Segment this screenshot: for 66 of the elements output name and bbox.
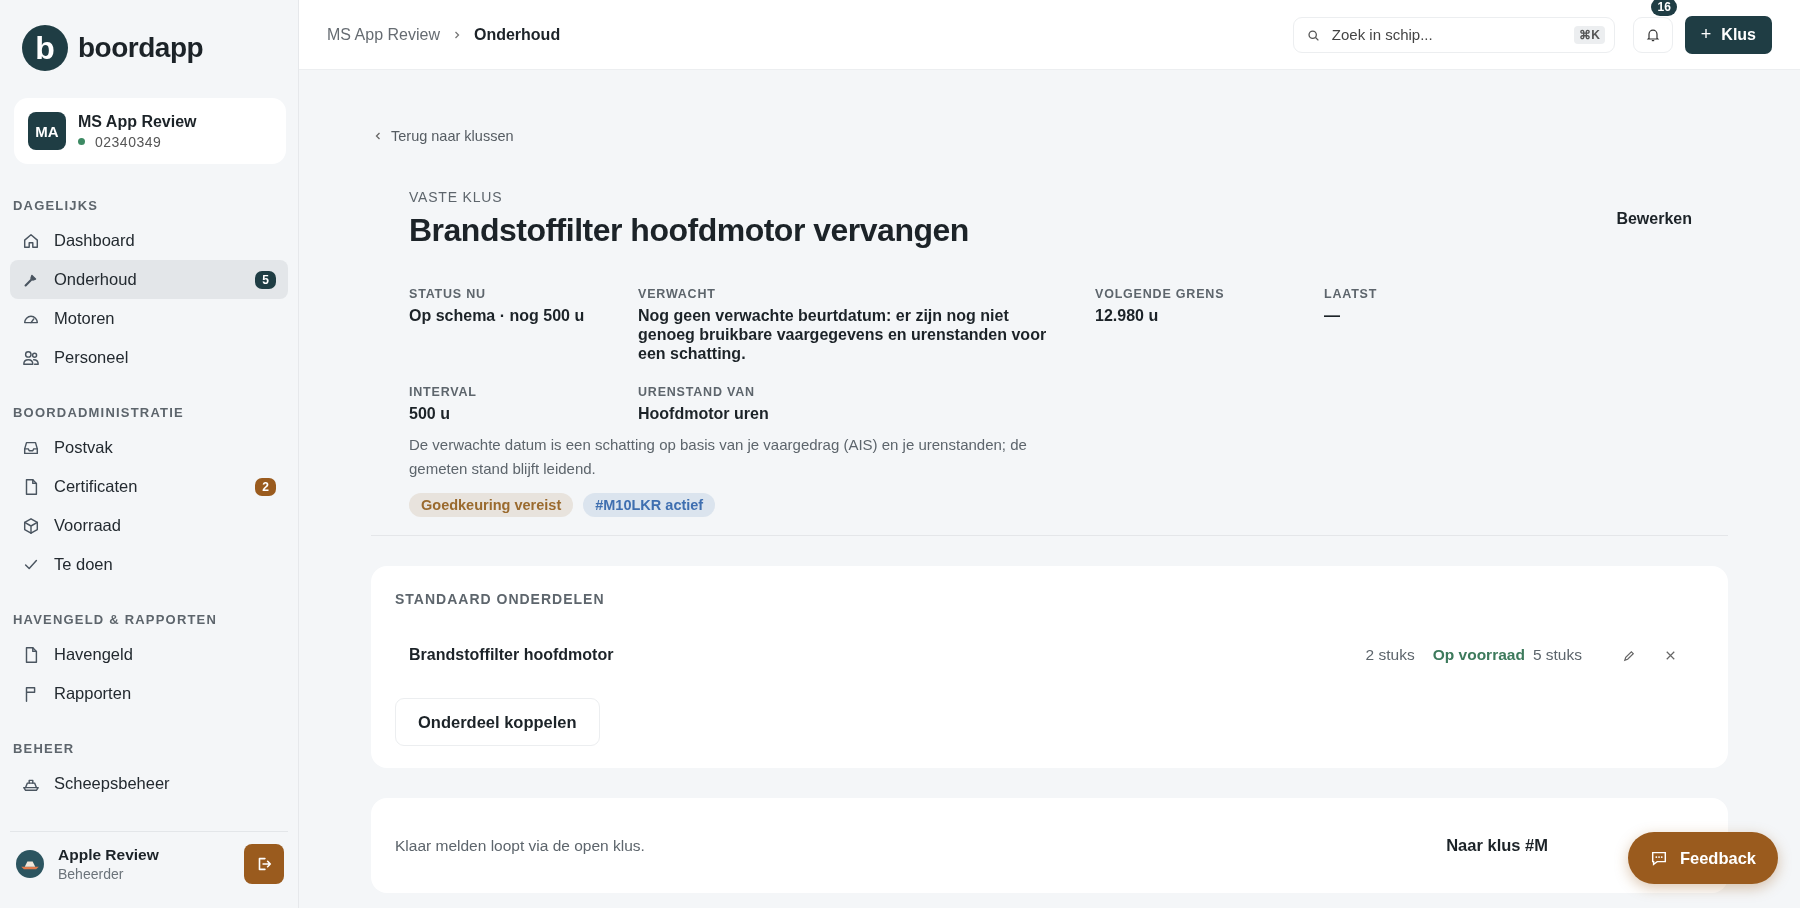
part-quantity: 2 stuks xyxy=(1365,646,1415,664)
new-job-button[interactable]: + Klus xyxy=(1684,15,1772,54)
tag: Goedkeuring vereist xyxy=(409,493,574,517)
sidebar-item[interactable]: Onderhoud 5 xyxy=(10,260,288,299)
sidebar-item[interactable]: Postvak xyxy=(10,428,288,467)
sidebar-item[interactable]: Motoren xyxy=(10,299,288,338)
sidebar-item[interactable]: Certificaten 2 xyxy=(10,467,288,506)
edit-button[interactable]: Bewerken xyxy=(1616,210,1692,228)
avatar-icon xyxy=(16,850,44,878)
notification-count: 16 xyxy=(1651,0,1677,16)
logo-icon: b xyxy=(22,25,68,71)
ship-card[interactable]: MA MS App Review 02340349 xyxy=(14,98,286,164)
tag: #M10LKR actief xyxy=(583,493,716,517)
sidebar-item[interactable]: Rapporten xyxy=(10,674,288,713)
ship-number: 02340349 xyxy=(95,133,162,150)
breadcrumb-item[interactable]: MS App Review xyxy=(327,25,440,44)
user-name: Apple Review xyxy=(58,846,160,864)
sidebar-item[interactable]: Te doen xyxy=(10,545,288,584)
section-heading: DAGELIJKS xyxy=(12,198,100,215)
estimate-note: De verwachte datum is een schatting op basis van je vaargedrag (AIS) en je urenstanden; de gemeten stand blijft leidend. xyxy=(409,435,1028,479)
fact-value: Hoofdmotor uren xyxy=(638,404,770,423)
completion-text: Klaar melden loopt via de open klus. xyxy=(395,836,645,855)
fact-value: 500 u xyxy=(409,404,451,423)
home-icon xyxy=(22,231,40,250)
sidebar-item[interactable]: Voorraad xyxy=(10,506,288,545)
fact-label: VERWACHT xyxy=(638,287,717,301)
sidebar-item[interactable]: Scheepsbeheer xyxy=(10,764,288,803)
section-heading: BOORDADMINISTRATIE xyxy=(12,405,185,422)
count-badge: 2 xyxy=(255,477,276,496)
fact-label: INTERVAL xyxy=(409,385,478,399)
breadcrumb-item: Onderhoud xyxy=(473,25,561,44)
part-name: Brandstoffilter hoofdmotor xyxy=(409,646,615,664)
chat-icon xyxy=(1649,849,1668,867)
link-part-button[interactable]: Onderdeel koppelen xyxy=(395,698,600,746)
logout-button[interactable] xyxy=(244,844,284,884)
fact-value: — xyxy=(1324,306,1341,325)
user-role: Beheerder xyxy=(58,866,125,882)
stock-count: 5 stuks xyxy=(1532,646,1582,664)
sidebar-item[interactable]: Personeel xyxy=(10,338,288,377)
job-type: VASTE KLUS xyxy=(409,189,503,205)
section-heading: STANDAARD ONDERDELEN xyxy=(395,591,605,607)
fact-value: Nog geen verwachte beurtdatum: er zijn nog niet genoeg bruikbare vaargegevens en urenstanden voor een schatting. xyxy=(638,306,1048,363)
box-icon xyxy=(22,516,40,535)
section-heading: BEHEER xyxy=(12,741,76,758)
feedback-button[interactable]: Feedback xyxy=(1627,832,1778,884)
fact-value: 12.980 u xyxy=(1095,306,1160,325)
notification-button[interactable] xyxy=(1632,16,1673,53)
job-link[interactable]: Naar klus #M xyxy=(1446,836,1548,855)
sidebar-item[interactable]: Dashboard xyxy=(10,221,288,260)
brand-name: boordapp xyxy=(78,32,204,64)
search-icon xyxy=(1306,28,1320,42)
job-title: Brandstoffilter hoofdmotor vervangen xyxy=(409,212,969,249)
count-badge: 5 xyxy=(255,270,276,289)
fact-value: Op schema · nog 500 u xyxy=(409,306,586,325)
fact-label: URENSTAND VAN xyxy=(638,385,756,399)
fact-label: LAATST xyxy=(1324,287,1379,301)
fact-label: STATUS NU xyxy=(409,287,487,301)
sidebar-item[interactable]: Havengeld xyxy=(10,635,288,674)
section-heading: HAVENGELD & RAPPORTEN xyxy=(12,612,219,629)
chevron-icon xyxy=(373,131,383,141)
fact-label: VOLGENDE GRENS xyxy=(1095,287,1226,301)
people-icon xyxy=(22,348,40,367)
ship-avatar: MA xyxy=(28,112,66,150)
ship-name: MS App Review xyxy=(78,112,197,131)
back-link[interactable]: Terug naar klussen xyxy=(373,128,514,144)
stock-status: Op voorraad xyxy=(1432,646,1525,664)
